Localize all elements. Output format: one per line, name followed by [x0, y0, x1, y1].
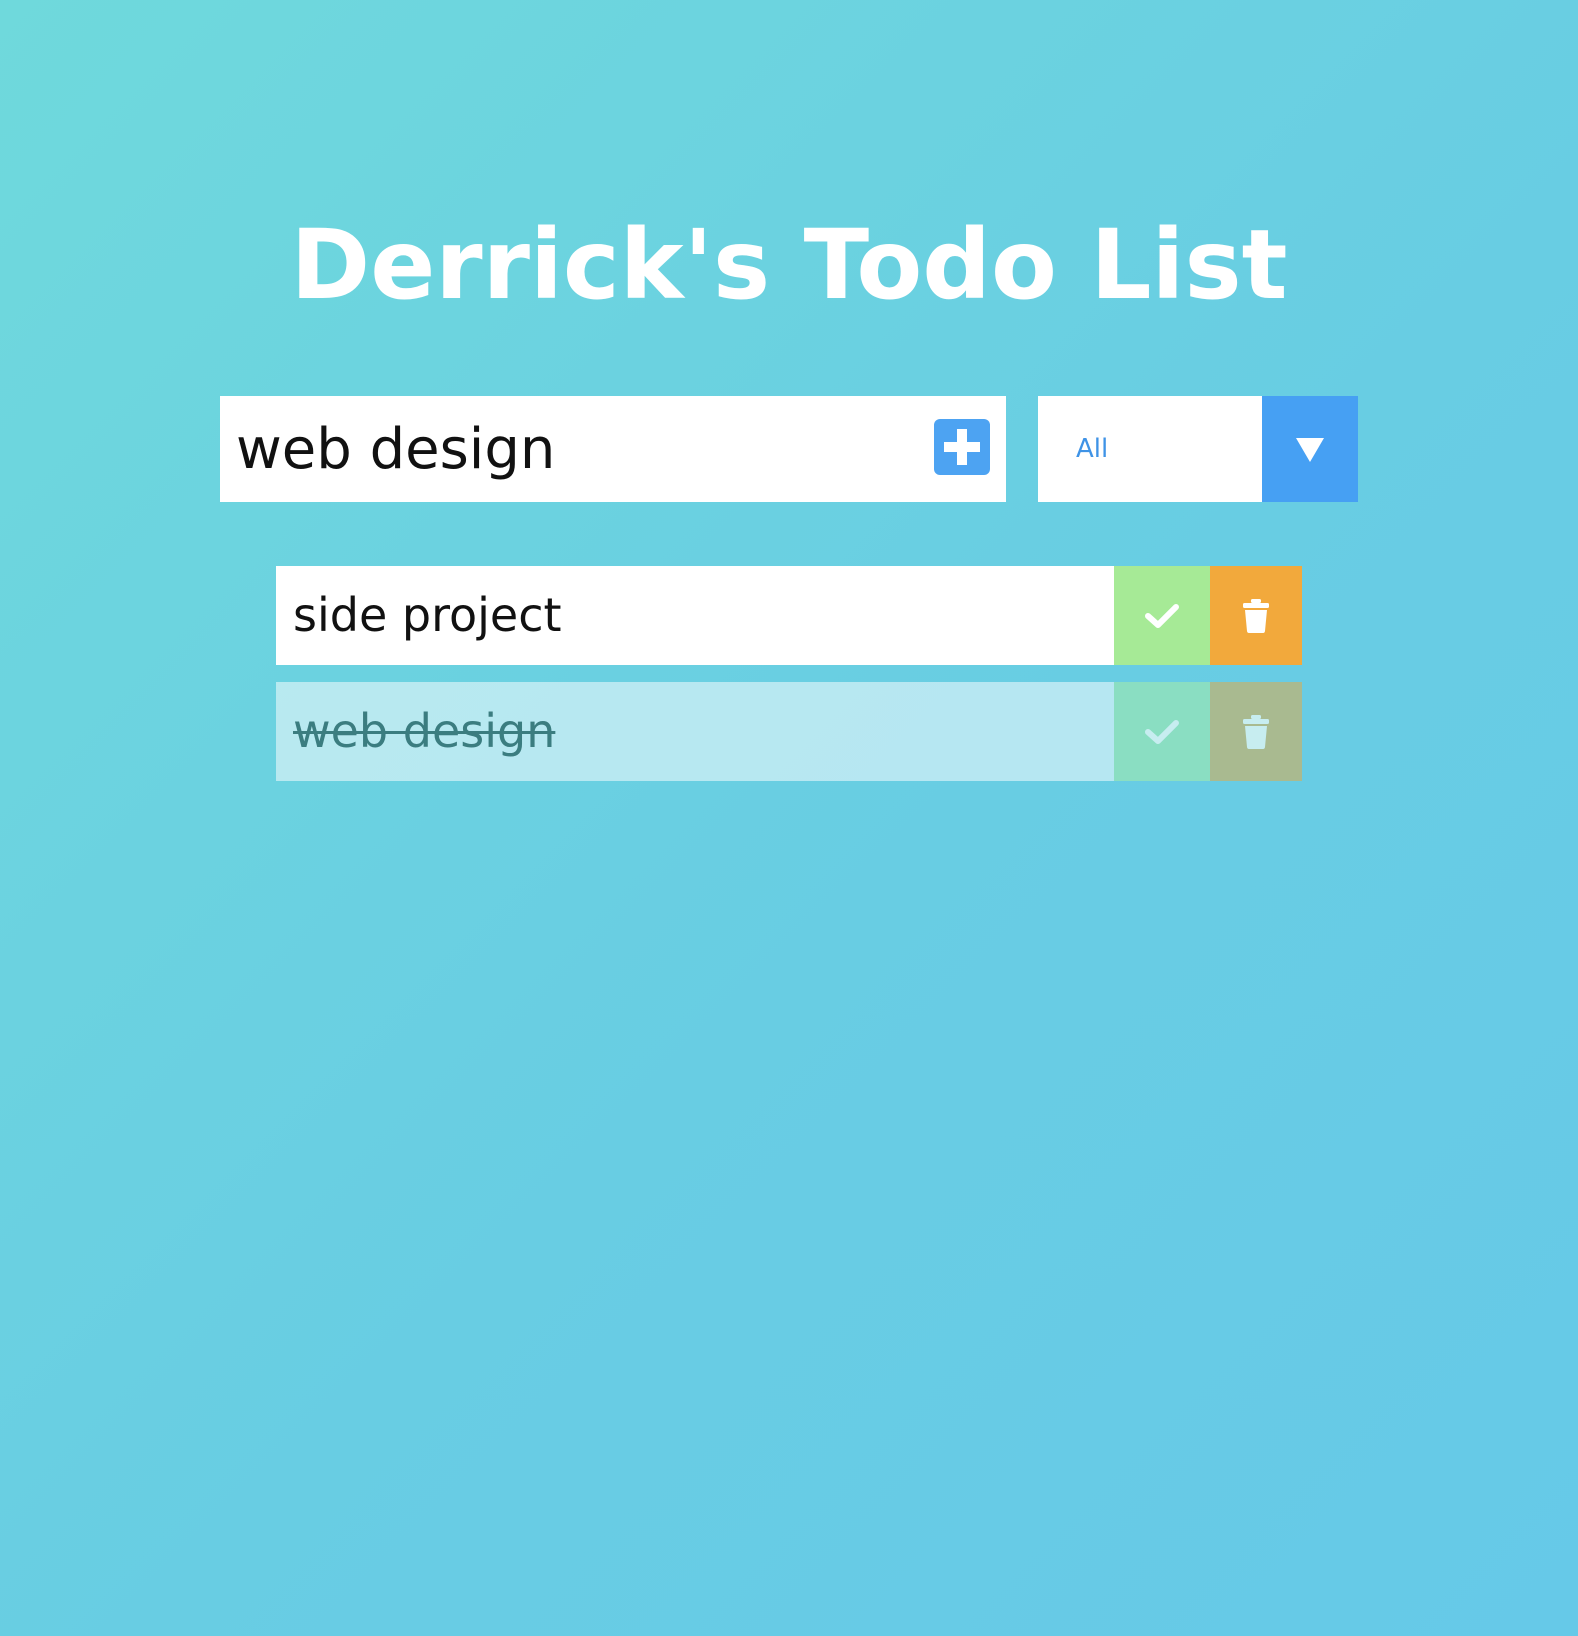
trash-icon — [1243, 598, 1269, 633]
filter-select[interactable]: All — [1038, 396, 1358, 502]
trash-icon — [1243, 714, 1269, 749]
page-title: Derrick's Todo List — [290, 209, 1288, 321]
delete-button[interactable] — [1210, 566, 1302, 665]
todo-item-text: web design — [276, 682, 1114, 781]
todo-item-text: side project — [276, 566, 1114, 665]
check-icon — [1145, 603, 1179, 628]
complete-button[interactable] — [1114, 566, 1210, 665]
add-todo-button[interactable] — [934, 419, 990, 475]
todo-item: web design — [276, 682, 1302, 781]
complete-button[interactable] — [1114, 682, 1210, 781]
triangle-down-icon — [1296, 438, 1324, 462]
filter-selected-value: All — [1076, 434, 1109, 464]
todo-item: side project — [276, 566, 1302, 665]
delete-button[interactable] — [1210, 682, 1302, 781]
filter-dropdown-button[interactable] — [1262, 396, 1358, 502]
new-todo-form — [220, 396, 1006, 502]
todo-input[interactable] — [220, 396, 920, 502]
todo-list: side project web design — [276, 566, 1302, 798]
todo-app: Derrick's Todo List All side project — [0, 0, 1578, 1636]
check-icon — [1145, 719, 1179, 744]
